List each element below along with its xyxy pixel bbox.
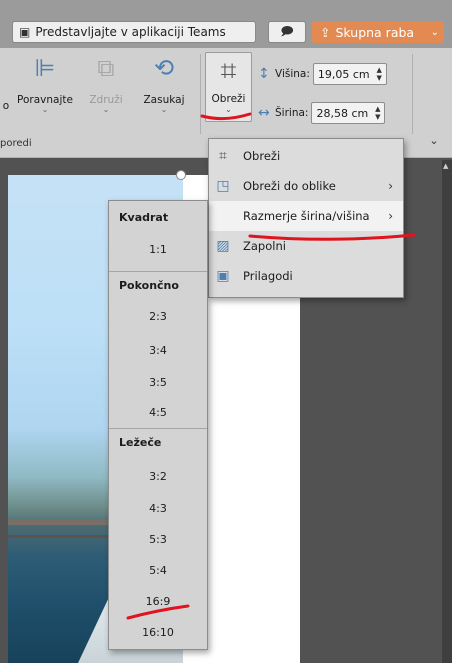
menu-item-label: Razmerje širina/višina (243, 209, 370, 223)
menu-item-fill[interactable]: ▨ Zapolni (209, 231, 403, 261)
crop-icon: ⌗ (220, 54, 237, 87)
width-value: 28,58 cm (316, 106, 369, 120)
height-spinner-icon[interactable]: ▲ ▼ (377, 66, 382, 82)
teams-icon: ▣ (19, 25, 31, 39)
comment-icon: 🗩 (280, 23, 294, 38)
crop-label: Obreži (211, 93, 246, 105)
width-input[interactable]: 28,58 cm ▲ ▼ (311, 102, 386, 124)
fill-icon: ▨ (216, 238, 230, 254)
menu-item-label: Obreži do oblike (243, 179, 336, 193)
height-value: 19,05 cm (317, 67, 370, 81)
rotate-icon: ⟲ (153, 54, 175, 82)
ribbon-divider (412, 54, 413, 134)
height-input[interactable]: 19,05 cm ▲ ▼ (312, 63, 387, 85)
crop-button[interactable]: ⌗ Obreži ⌄ (205, 52, 252, 122)
width-label: Širina: (275, 107, 309, 119)
height-label: Višina: (275, 68, 310, 80)
ratio-3-2[interactable]: 3:2 (109, 464, 207, 488)
ratio-5-4[interactable]: 5:4 (109, 558, 207, 582)
group-objects-button: ⧉ Združi ⌄ (84, 54, 128, 114)
align-icon: ⊫ (34, 54, 56, 82)
ribbon-partial-label: o (2, 100, 10, 112)
menu-divider (109, 271, 207, 272)
crop-dropdown-menu: ⌗ Obreži ◳ Obreži do oblike › Razmerje š… (208, 138, 404, 298)
present-in-teams-label: Predstavljajte v aplikaciji Teams (35, 25, 226, 39)
ratio-4-5[interactable]: 4:5 (109, 400, 207, 424)
share-icon: ⇪ (320, 24, 331, 40)
chevron-down-icon[interactable]: ⌄ (206, 105, 251, 114)
aspect-ratio-submenu: Kvadrat 1:1 Pokončno 2:3 3:4 3:5 4:5 Lež… (108, 200, 208, 650)
ribbon-expand-icon[interactable]: ⌄ (422, 134, 446, 154)
menu-item-label: Zapolni (243, 239, 286, 253)
vertical-scrollbar[interactable] (442, 160, 452, 663)
ratio-2-3[interactable]: 2:3 (109, 304, 207, 328)
ratio-1-1[interactable]: 1:1 (109, 237, 207, 261)
menu-divider (109, 428, 207, 429)
align-button[interactable]: ⊫ Poravnajte ⌄ (12, 54, 78, 114)
ratio-4-3[interactable]: 4:3 (109, 496, 207, 520)
chevron-right-icon: › (388, 209, 393, 223)
ratio-16-10[interactable]: 16:10 (109, 620, 207, 644)
menu-item-label: Obreži (243, 149, 281, 163)
title-bar: ▣ Predstavljajte v aplikaciji Teams 🗩 ⇪ … (0, 0, 452, 48)
portrait-header: Pokončno (119, 278, 179, 292)
height-row: ↕ Višina: 19,05 cm ▲ ▼ (258, 62, 387, 86)
height-icon: ↕ (258, 66, 270, 82)
ratio-3-4[interactable]: 3:4 (109, 338, 207, 362)
width-row: ↔ Širina: 28,58 cm ▲ ▼ (258, 101, 386, 125)
group-icon: ⧉ (97, 54, 115, 82)
landscape-header: Ležeče (119, 435, 162, 449)
menu-item-crop-to-shape[interactable]: ◳ Obreži do oblike › (209, 171, 403, 201)
present-in-teams-button[interactable]: ▣ Predstavljajte v aplikaciji Teams (12, 21, 256, 43)
chevron-down-icon[interactable]: ⌄ (431, 27, 439, 38)
scroll-up-icon[interactable]: ▲ (443, 162, 448, 170)
rotate-button[interactable]: ⟲ Zasukaj ⌄ (136, 54, 192, 114)
menu-item-aspect-ratio[interactable]: Razmerje širina/višina › (209, 201, 403, 231)
width-icon: ↔ (258, 105, 270, 121)
share-button[interactable]: ⇪ Skupna raba ⌄ (312, 21, 444, 43)
menu-item-fit[interactable]: ▣ Prilagodi (209, 261, 403, 291)
fit-icon: ▣ (216, 268, 230, 284)
chevron-right-icon: › (388, 179, 393, 193)
arrange-group-label: poredi (0, 138, 32, 149)
ratio-3-5[interactable]: 3:5 (109, 370, 207, 394)
ratio-5-3[interactable]: 5:3 (109, 527, 207, 551)
crop-icon: ⌗ (219, 148, 227, 164)
comments-button[interactable]: 🗩 (268, 21, 306, 43)
square-header: Kvadrat (119, 210, 169, 224)
chevron-down-icon: ⌄ (41, 105, 49, 114)
width-spinner-icon[interactable]: ▲ ▼ (375, 105, 380, 121)
shape-icon: ◳ (216, 178, 230, 194)
menu-item-crop[interactable]: ⌗ Obreži (209, 141, 403, 171)
resize-handle[interactable] (176, 170, 186, 180)
chevron-down-icon: ⌄ (102, 105, 110, 114)
share-label: Skupna raba (335, 24, 415, 40)
ribbon-divider (200, 54, 201, 134)
chevron-down-icon: ⌄ (160, 105, 168, 114)
ratio-16-9[interactable]: 16:9 (109, 589, 207, 613)
menu-item-label: Prilagodi (243, 269, 293, 283)
